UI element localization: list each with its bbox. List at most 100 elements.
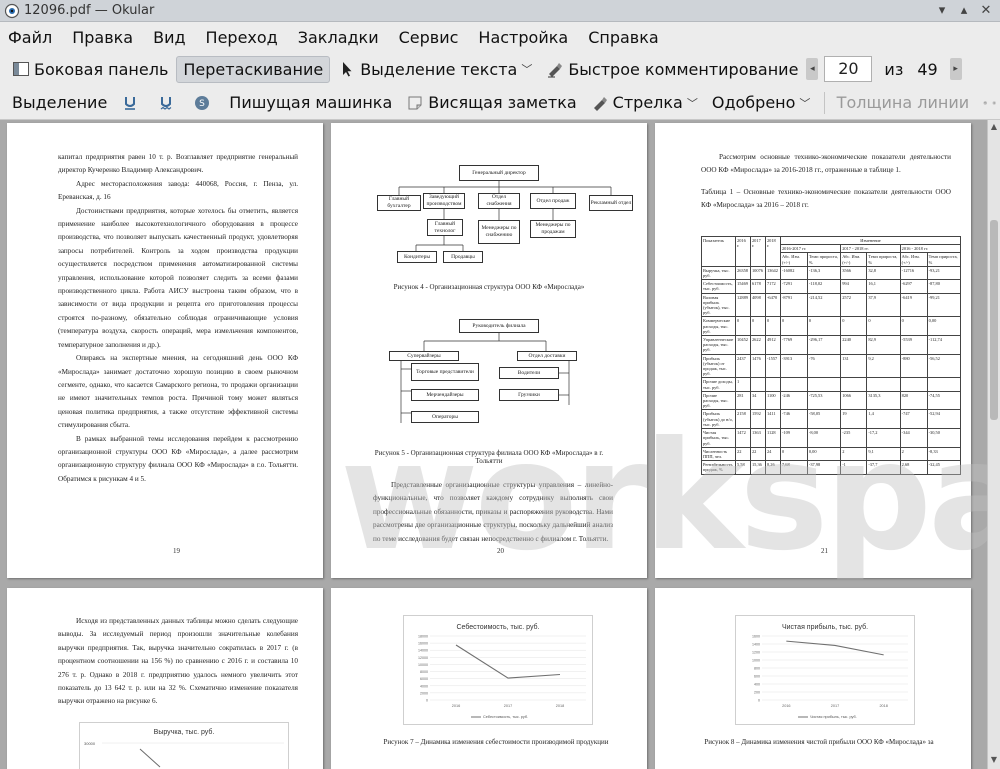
vertical-scrollbar[interactable]: ▲ ▼	[987, 120, 1000, 769]
table-cell: -32,45	[926, 460, 962, 475]
page-number-input[interactable]: 20	[824, 56, 873, 82]
table-cell: 131	[840, 353, 868, 379]
org-box: Рекламный отдел	[589, 195, 633, 211]
menu-edit[interactable]: Правка	[70, 26, 135, 49]
row-label-cell: Коммерческие расходы, тыс. руб.	[701, 316, 736, 337]
series-line	[786, 640, 884, 656]
fill-color-icon[interactable]	[992, 94, 996, 112]
table-cell	[840, 377, 868, 392]
cursor-arrow-icon	[343, 62, 352, 77]
table-cell: -8,33	[926, 446, 962, 462]
strikeout-tool-button[interactable]: S	[187, 91, 221, 115]
sidebar-toggle-button[interactable]: Боковая панель	[6, 57, 174, 82]
window-title: 12096.pdf — Okular	[24, 3, 155, 18]
text-select-tool-button[interactable]: Выделение текста ﹀	[332, 57, 538, 82]
table-cell: 820	[899, 390, 928, 411]
menu-settings[interactable]: Настройка	[476, 26, 570, 49]
x-tick-label: 2018	[879, 704, 887, 708]
sidebar-icon	[13, 62, 29, 76]
table-cell: 22	[735, 446, 751, 462]
next-page-button[interactable]: ▸	[949, 58, 962, 80]
maximize-button[interactable]: ▴	[954, 2, 974, 20]
menu-go[interactable]: Переход	[204, 26, 280, 49]
menu-file[interactable]: Файл	[6, 26, 54, 49]
svg-text:S: S	[199, 99, 205, 109]
minimize-button[interactable]: ▾	[932, 2, 952, 20]
row-label-cell: Управленческие расходы, тыс. руб.	[701, 335, 736, 355]
net-profit-chart-plot: 0 200 400 600 800 1000 1200 1400 1600 2016 2017 201…	[752, 635, 908, 719]
arrow-tool-button[interactable]: Стрелка ﹀	[585, 90, 704, 115]
menu-bookmarks[interactable]: Закладки	[296, 26, 381, 49]
scroll-up-arrow-icon[interactable]: ▲	[988, 122, 1000, 134]
net-profit-chart: Чистая прибыль, тыс. руб. 0 200 400 600 800 1…	[735, 615, 915, 725]
figure-caption: Рисунок 5 - Организационная структура фи…	[374, 449, 604, 465]
annotation-toolbar: Выделение S Пишущая машинка Висящая заме…	[0, 86, 1000, 120]
highlight-tool-label: Выделение	[12, 93, 108, 112]
page-20: Генеральный директор Главный бухгалтер З…	[331, 123, 647, 578]
paragraph: капитал предприятия равен 10 т. р. Возгл…	[58, 153, 298, 175]
table-header: 2018 г.	[764, 236, 781, 267]
y-tick-label: 400	[754, 683, 760, 687]
table-cell: 16,1	[866, 279, 901, 294]
scroll-down-arrow-icon[interactable]: ▼	[988, 755, 1000, 767]
table-header: 2016 г.	[735, 236, 751, 267]
table-cell: -109	[779, 428, 808, 448]
table-cell: -30,50	[926, 428, 962, 448]
y-tick-label: 12000	[418, 656, 428, 660]
strikeout-icon: S	[195, 95, 210, 110]
scrollbar-thumb[interactable]	[990, 220, 998, 420]
color-palette-icon[interactable]	[983, 94, 988, 112]
table-cell: 1128	[764, 428, 781, 448]
chevron-down-icon[interactable]: ﹀	[521, 61, 532, 77]
table-header: Абс. Изм. (+/-)	[899, 252, 928, 267]
close-button[interactable]: ✕	[976, 2, 996, 20]
quick-annotation-button[interactable]: Быстрое комментирование	[540, 57, 804, 82]
table-cell: -99,21	[926, 292, 962, 318]
table-title: Таблица 1 – Основные технико-экономическ…	[701, 187, 951, 210]
menu-view[interactable]: Вид	[151, 26, 187, 49]
table-cell: -3913	[779, 353, 808, 379]
typewriter-tool-button[interactable]: Пишущая машинка	[223, 90, 398, 115]
table-cell: 6178	[749, 279, 766, 294]
table-header: Изменение	[779, 235, 962, 246]
table-cell: 12889	[735, 292, 751, 318]
chevron-down-icon[interactable]: ﹀	[687, 95, 698, 111]
sidebar-toggle-label: Боковая панель	[34, 59, 169, 79]
table-cell: 2240	[840, 335, 868, 355]
menu-help[interactable]: Справка	[586, 26, 661, 49]
org-box: Отдел доставки	[517, 351, 577, 361]
table-cell: 15469	[735, 279, 751, 294]
table-cell: 0	[866, 316, 901, 337]
table-row: Прибыль (убыток) до н/о, тыс. руб. 2158 15…	[701, 409, 962, 430]
table-cell: -747	[899, 409, 928, 430]
table-cell: -214,52	[806, 292, 842, 318]
squiggle-tool-button[interactable]	[151, 91, 185, 115]
previous-page-button[interactable]: ◂	[806, 58, 819, 80]
table-cell: 10452	[735, 335, 751, 355]
stamp-tool-label: Одобрено	[711, 93, 796, 112]
paragraph: Представленные организационные структуры…	[373, 481, 613, 543]
table-cell: 1363	[749, 428, 766, 448]
table-header: 2016-2017 гг.	[779, 244, 842, 254]
highlight-tool-button[interactable]: Выделение	[6, 90, 113, 115]
stamp-tool-button[interactable]: Одобрено ﹀	[706, 90, 817, 115]
table-cell: -6297	[899, 279, 928, 294]
menu-tools[interactable]: Сервис	[397, 26, 461, 49]
line-width-button[interactable]: Толщина линии	[831, 90, 976, 115]
highlighter-pen-icon	[548, 63, 563, 78]
table-cell: 1066	[840, 390, 868, 411]
underline-tool-button[interactable]	[115, 91, 149, 115]
chevron-down-icon[interactable]: ﹀	[799, 95, 810, 111]
sticky-note-tool-button[interactable]: Висящая заметка	[400, 90, 582, 115]
org-box: Отдел снабжения	[478, 193, 520, 209]
arrow-tool-label: Стрелка	[612, 93, 683, 112]
table-cell: -8791	[779, 292, 808, 318]
browse-tool-button[interactable]: Перетаскивание	[176, 55, 331, 83]
table-cell: 2158	[735, 409, 751, 430]
table-cell: 9,2	[866, 353, 901, 379]
org-box: Супервайзеры	[389, 351, 459, 361]
revenue-chart-plot	[102, 742, 284, 768]
table-cell: 0,00	[926, 316, 962, 337]
document-view[interactable]: капитал предприятия равен 10 т. р. Возгл…	[0, 120, 987, 769]
y-tick-label: 8000	[420, 670, 428, 674]
